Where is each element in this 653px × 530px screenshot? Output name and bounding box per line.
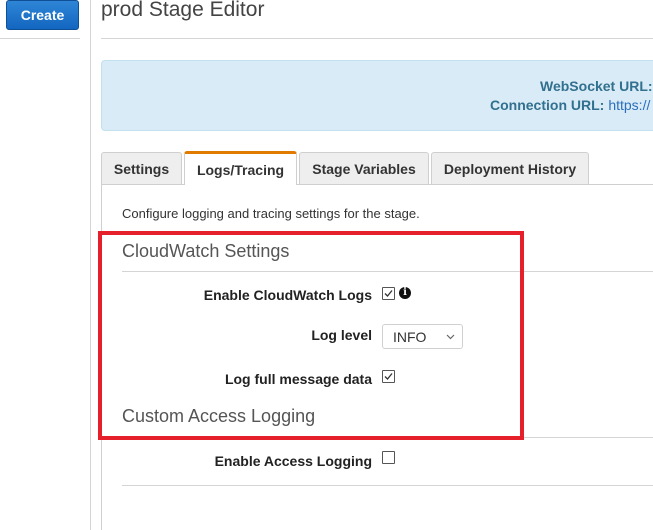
title-divider [101, 38, 653, 39]
enable-cloudwatch-logs-label: Enable CloudWatch Logs [203, 287, 372, 303]
enable-cloudwatch-logs-checkbox[interactable] [382, 287, 395, 300]
create-button[interactable]: Create [6, 0, 79, 30]
section-divider [122, 485, 653, 486]
panel-description: Configure logging and tracing settings f… [122, 206, 420, 221]
sidebar-border [90, 0, 91, 530]
connection-url-link[interactable]: https:// [608, 97, 650, 113]
section-divider [122, 437, 653, 438]
info-circle-icon[interactable]: i [399, 287, 411, 299]
page-title: prod Stage Editor [101, 0, 265, 21]
check-icon [384, 373, 393, 380]
tab-panel-border [101, 184, 102, 530]
connection-url-label: Connection URL: [490, 97, 605, 113]
enable-access-logging-label: Enable Access Logging [214, 453, 372, 469]
tab-stage-variables[interactable]: Stage Variables [299, 152, 429, 184]
log-level-select[interactable]: INFO [382, 324, 463, 349]
enable-access-logging-checkbox[interactable] [382, 451, 395, 464]
log-level-label: Log level [311, 327, 372, 343]
chevron-down-icon [446, 334, 455, 340]
custom-access-logging-heading: Custom Access Logging [122, 406, 316, 426]
connection-url-row: Connection URL: https:// [490, 97, 650, 113]
section-divider [122, 271, 653, 272]
cloudwatch-settings-heading: CloudWatch Settings [122, 241, 290, 261]
log-level-value: INFO [393, 328, 427, 345]
log-full-message-data-checkbox[interactable] [382, 370, 395, 383]
tab-logs-tracing[interactable]: Logs/Tracing [184, 151, 297, 185]
tab-settings[interactable]: Settings [101, 152, 182, 184]
tab-deployment-history[interactable]: Deployment History [431, 152, 589, 184]
websocket-url-row: WebSocket URL: [540, 78, 653, 94]
info-banner [101, 60, 653, 131]
websocket-url-label: WebSocket URL: [540, 78, 653, 94]
log-full-message-data-label: Log full message data [224, 371, 372, 387]
check-icon [384, 290, 393, 297]
sidebar-divider [0, 38, 80, 39]
